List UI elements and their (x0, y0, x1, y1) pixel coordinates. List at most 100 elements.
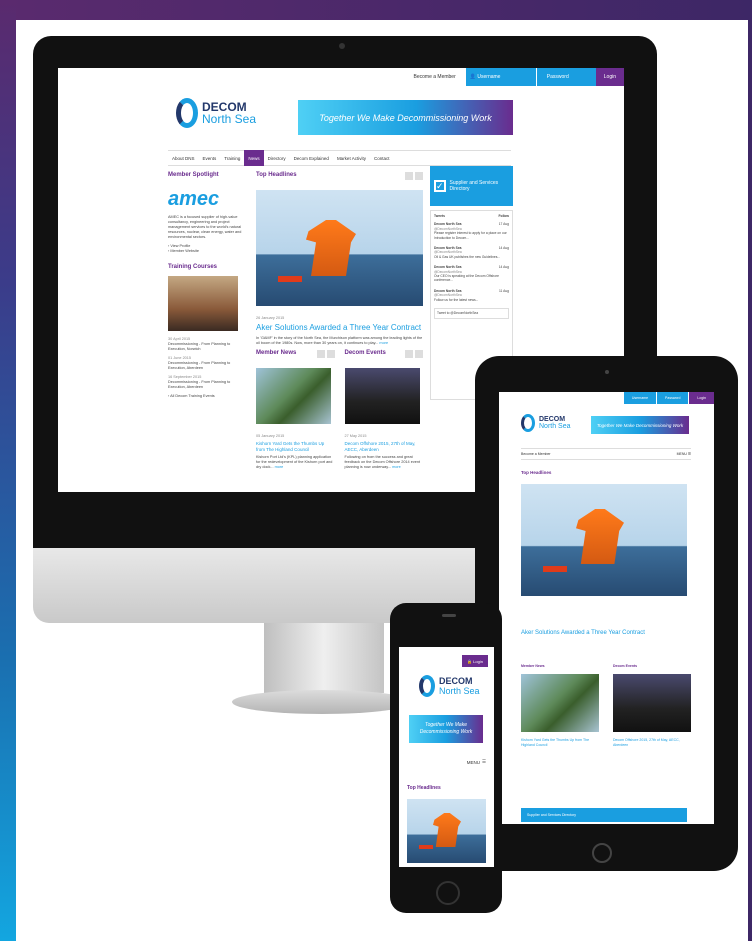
member-spotlight-heading: Member Spotlight (168, 172, 219, 178)
all-training-link[interactable]: › All Decom Training Events (168, 394, 248, 399)
tablet-event-headline[interactable]: Decom Offshore 2015, 27th of May, AECC, … (613, 738, 691, 747)
supplier-directory-button[interactable]: ✓ Supplier and Services Directory (430, 166, 513, 206)
phone-rig-photo[interactable] (407, 799, 486, 863)
tablet-password-field[interactable]: Password (656, 392, 689, 404)
tablet-login-button[interactable]: Login (688, 392, 714, 404)
phone-website: 🔒 Login DECOM North Sea Together We Make … (399, 647, 494, 867)
oil-rig-photo[interactable] (256, 190, 423, 306)
nav-decom-explained[interactable]: Decom Explained (290, 150, 333, 166)
event-photo[interactable] (344, 368, 420, 424)
boat-shape (278, 276, 302, 282)
member-website-link[interactable]: › Member Website (168, 249, 248, 254)
tablet-menu-button[interactable]: MENU ☰ (677, 452, 691, 456)
tweet-item[interactable]: Decom North Sea 14 Aug @DecomNorthSea Our… (434, 265, 509, 283)
training-item[interactable]: Decommissioning - From Planning to Execu… (168, 361, 248, 371)
imac-stand (264, 623, 384, 693)
frame-right-border (748, 0, 752, 941)
nav-directory[interactable]: Directory (264, 150, 290, 166)
nav-contact[interactable]: Contact (370, 150, 394, 166)
middle-column: Top Headlines 26 January 2015 Aker Solut… (256, 172, 423, 346)
iphone-speaker (442, 614, 456, 617)
more-link[interactable]: more (275, 465, 284, 469)
tablet-coast-photo[interactable] (521, 674, 599, 732)
next-arrow-icon[interactable] (326, 350, 335, 358)
nav-market-activity[interactable]: Market Activity (333, 150, 370, 166)
member-news-column: Member News 05 January 2015 Kishorn Yard… (256, 350, 335, 470)
menu-icon: ☰ (481, 759, 486, 764)
tablet-menu-row: Become a Member MENU ☰ (521, 448, 691, 460)
tablet-rig-photo[interactable] (521, 484, 687, 596)
login-button[interactable]: Login (595, 68, 624, 86)
page-frame: Become a Member 👤 Username Password Logi… (0, 0, 752, 941)
tablet-headline[interactable]: Aker Solutions Awarded a Three Year Cont… (521, 630, 645, 636)
tagline-banner: Together We Make Decommissioning Work (298, 100, 513, 135)
training-photo[interactable] (168, 276, 238, 331)
follow-button[interactable]: Follow (499, 214, 509, 218)
coast-photo[interactable] (256, 368, 331, 424)
menu-icon: ☰ (687, 452, 691, 456)
left-column: Member Spotlight amec AMEC is a focused … (168, 172, 248, 399)
training-item[interactable]: Decommissioning - From Planning to Execu… (168, 380, 248, 390)
nav-about[interactable]: About DNS (168, 150, 199, 166)
imac-camera (339, 43, 345, 49)
nav-news[interactable]: News (244, 150, 264, 166)
tablet-become-member[interactable]: Become a Member (521, 452, 551, 456)
decom-events-header: Decom Events (345, 350, 423, 358)
prev-arrow-icon[interactable] (405, 350, 413, 358)
phone-logo[interactable]: DECOM North Sea (419, 675, 480, 697)
amec-logo[interactable]: amec (168, 188, 248, 211)
password-field[interactable]: Password (535, 68, 596, 86)
nav-events[interactable]: Events (199, 150, 221, 166)
phone-login-button[interactable]: 🔒 Login (462, 655, 488, 667)
tablet-news-headline[interactable]: Kishorn Yard Gets the Thumbs Up from The… (521, 738, 599, 747)
member-news-header: Member News (256, 350, 335, 358)
tablet-event-photo[interactable] (613, 674, 691, 732)
top-headlines-header: Top Headlines (256, 172, 423, 180)
site-logo[interactable]: DECOM North Sea (176, 98, 256, 128)
event-headline[interactable]: Decom Offshore 2015, 27th of May, AECC, … (345, 441, 424, 452)
tablet-supplier-button[interactable]: Supplier and Services Directory (521, 808, 687, 822)
decom-logo-icon (176, 98, 198, 128)
user-icon: 👤 (469, 74, 478, 80)
news-date: 05 January 2015 (256, 434, 285, 438)
next-arrow-icon[interactable] (415, 350, 423, 358)
tablet-username-field[interactable]: Username (622, 392, 657, 404)
tablet-topbar: Username Password Login (622, 392, 714, 404)
nav-training[interactable]: Training (220, 150, 244, 166)
more-link[interactable]: more (379, 341, 388, 345)
tweet-item[interactable]: Decom North Sea 14 Aug @DecomNorthSea Oil… (434, 246, 509, 259)
next-arrow-icon[interactable] (415, 172, 423, 180)
rig-shape (306, 220, 356, 276)
tablet-logo[interactable]: DECOM North Sea (521, 414, 571, 432)
main-nav: About DNS Events Training News Directory… (168, 150, 511, 166)
tweet-to-input[interactable]: Tweet to @DecomNorthSea (434, 308, 509, 319)
headline-title[interactable]: Aker Solutions Awarded a Three Year Cont… (256, 323, 423, 332)
carousel-arrows (405, 172, 423, 180)
tablet-banner: Together We Make Decommissioning Work (591, 416, 689, 434)
tweet-item[interactable]: Decom North Sea 17 Aug @DecomNorthSea Ple… (434, 222, 509, 240)
decom-logo-icon (419, 675, 435, 697)
frame-left-border (0, 0, 16, 941)
phone-top-headlines: Top Headlines (407, 785, 441, 791)
tablet-news-events: Member News Kishorn Yard Gets the Thumbs… (521, 664, 691, 747)
news-headline[interactable]: Kishorn Yard Gets the Thumbs Up from The… (256, 441, 335, 452)
tweet-item[interactable]: Decom North Sea 11 Aug @DecomNorthSea Fol… (434, 289, 509, 302)
training-item[interactable]: Decommissioning - From Planning to Execu… (168, 342, 248, 352)
headline-summary: In 'GAMF' in the story of the North Sea,… (256, 336, 423, 345)
supplier-label: Supplier and Services Directory (449, 180, 499, 192)
spotlight-description: AMEC is a focused supplier of high-value… (168, 215, 242, 239)
iphone-home-button (436, 881, 460, 905)
prev-arrow-icon[interactable] (316, 350, 325, 358)
checkbox-icon: ✓ (434, 180, 446, 192)
become-member-link[interactable]: Become a Member (404, 74, 466, 80)
logo-line2: North Sea (202, 111, 257, 126)
decom-logo-icon (521, 414, 535, 432)
more-link[interactable]: more (392, 465, 401, 469)
username-field[interactable]: 👤 Username (465, 68, 536, 86)
decom-events-column: Decom Events 27 May 2015 Decom Offshore … (344, 350, 424, 470)
prev-arrow-icon[interactable] (405, 172, 413, 180)
tablet-website: Username Password Login DECOM North Sea T… (499, 392, 714, 824)
phone-menu-button[interactable]: MENU ☰ (467, 759, 486, 765)
tablet-top-headlines: Top Headlines (521, 470, 552, 475)
ipad-home-button (592, 843, 612, 863)
